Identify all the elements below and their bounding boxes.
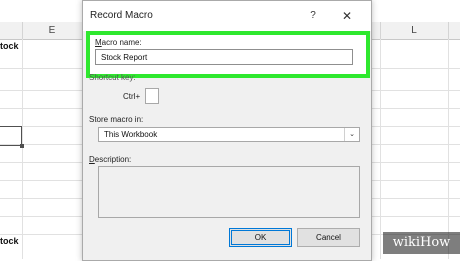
close-icon[interactable]: ✕ [339, 7, 355, 25]
dialog-title: Record Macro [90, 10, 153, 21]
wikihow-watermark: wikiHow [383, 232, 460, 254]
store-macro-select[interactable]: This Workbook ⌄ [98, 127, 360, 142]
column-header[interactable] [448, 22, 460, 39]
chevron-down-icon[interactable]: ⌄ [344, 128, 359, 141]
record-macro-dialog: Record Macro ? ✕ Macro name: Shortcut ke… [82, 0, 372, 261]
shortcut-key-input[interactable] [145, 88, 159, 104]
column-gridline [22, 39, 23, 259]
store-macro-value: This Workbook [104, 130, 158, 139]
macro-name-input[interactable] [95, 49, 353, 65]
store-macro-label: Store macro in: [89, 115, 144, 124]
column-gridline [448, 39, 449, 259]
ok-button[interactable]: OK [229, 228, 292, 247]
cancel-button[interactable]: Cancel [297, 228, 360, 247]
column-header-e[interactable]: E [22, 22, 83, 39]
dialog-title-bar[interactable]: Record Macro ? ✕ [83, 1, 371, 31]
cell-stock-footer[interactable]: tock [0, 236, 19, 246]
description-field[interactable] [98, 166, 360, 218]
shortcut-key-label: Shortcut key: [89, 73, 136, 82]
column-header[interactable] [0, 22, 23, 39]
ctrl-label: Ctrl+ [123, 92, 141, 101]
help-icon[interactable]: ? [305, 7, 321, 25]
column-header-l[interactable]: L [380, 22, 449, 39]
macro-name-label: Macro name: [95, 38, 142, 47]
description-label: Description: [89, 155, 132, 164]
selected-cell[interactable] [0, 126, 24, 148]
column-gridline [380, 39, 381, 259]
macro-name-highlight: Macro name: [86, 31, 370, 78]
cell-stock-header[interactable]: tock [0, 41, 19, 51]
